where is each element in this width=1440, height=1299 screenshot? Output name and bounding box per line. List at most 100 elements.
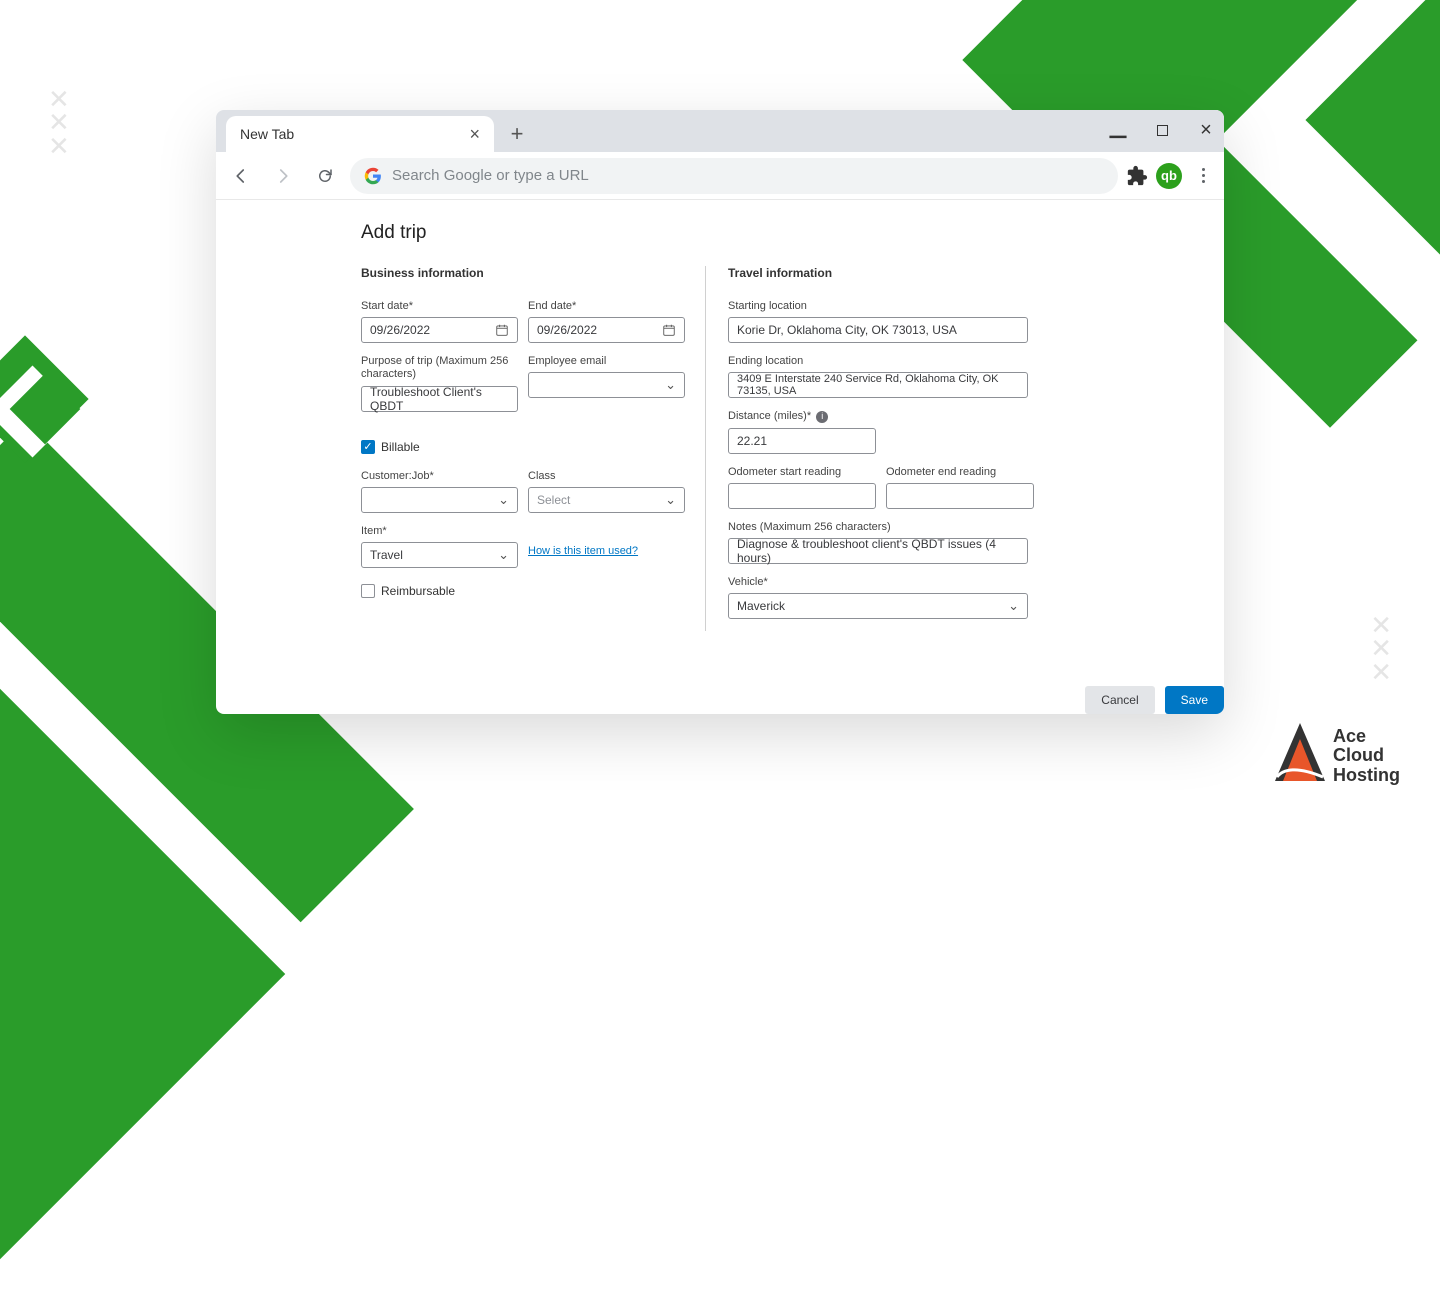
window-controls: × — [1106, 118, 1218, 142]
extensions-icon[interactable] — [1126, 165, 1148, 187]
field-label: Odometer start reading — [728, 466, 876, 479]
calendar-icon — [662, 323, 676, 337]
ending-location-field: Ending location 3409 E Interstate 240 Se… — [728, 355, 1046, 398]
field-label: Distance (miles)* i — [728, 410, 876, 423]
section-heading: Travel information — [728, 266, 1046, 280]
starting-location-field: Starting location Korie Dr, Oklahoma Cit… — [728, 300, 1046, 343]
back-button[interactable] — [224, 159, 258, 193]
distance-input[interactable]: 22.21 — [728, 428, 876, 454]
field-label: Employee email — [528, 355, 685, 368]
vehicle-field: Vehicle* Maverick ⌄ — [728, 576, 1046, 619]
decoration-x: ✕✕✕ — [1370, 614, 1392, 684]
start-date-input[interactable]: 09/26/2022 — [361, 317, 518, 343]
forward-button[interactable] — [266, 159, 300, 193]
odometer-end-input[interactable] — [886, 483, 1034, 509]
starting-location-input[interactable]: Korie Dr, Oklahoma City, OK 73013, USA — [728, 317, 1028, 343]
item-help-link-wrap: How is this item used? — [528, 525, 685, 568]
input-value: Korie Dr, Oklahoma City, OK 73013, USA — [737, 323, 957, 337]
logo-text: Ace Cloud Hosting — [1333, 727, 1400, 786]
field-label: Odometer end reading — [886, 466, 1034, 479]
checkbox-icon: ✓ — [361, 440, 375, 454]
item-help-link[interactable]: How is this item used? — [528, 545, 685, 557]
input-value: Select — [537, 493, 570, 507]
address-bar[interactable]: Search Google or type a URL — [350, 158, 1118, 194]
toolbar: Search Google or type a URL qb — [216, 152, 1224, 200]
field-label: Start date* — [361, 300, 518, 313]
odometer-start-input[interactable] — [728, 483, 876, 509]
checkbox-icon — [361, 584, 375, 598]
cancel-button[interactable]: Cancel — [1085, 686, 1154, 714]
logo-line: Ace — [1333, 727, 1400, 747]
logo-line: Hosting — [1333, 766, 1400, 786]
menu-button[interactable] — [1190, 168, 1216, 183]
form-columns: Business information Start date* 09/26/2… — [361, 266, 1079, 631]
input-value: Maverick — [737, 599, 785, 613]
browser-window: New Tab × + × Search Google or type a UR… — [216, 110, 1224, 714]
logo-line: Cloud — [1333, 746, 1400, 766]
purpose-field: Purpose of trip (Maximum 256 characters)… — [361, 355, 518, 411]
input-value: 3409 E Interstate 240 Service Rd, Oklaho… — [737, 373, 1019, 397]
chevron-down-icon: ⌄ — [1008, 598, 1019, 614]
employee-email-field: Employee email ⌄ — [528, 355, 685, 411]
minimize-button[interactable] — [1106, 118, 1130, 142]
close-button[interactable]: × — [1194, 118, 1218, 142]
field-label: Customer:Job* — [361, 470, 518, 483]
field-label: Vehicle* — [728, 576, 1046, 589]
decoration-x: ✕✕✕ — [48, 88, 70, 158]
section-heading: Business information — [361, 266, 685, 280]
save-button[interactable]: Save — [1165, 686, 1224, 714]
google-icon — [364, 167, 382, 185]
travel-info-column: Travel information Starting location Kor… — [706, 266, 1046, 631]
close-icon[interactable]: × — [469, 124, 480, 145]
field-label: Ending location — [728, 355, 1046, 368]
omnibox-placeholder: Search Google or type a URL — [392, 167, 589, 184]
odometer-end-field: Odometer end reading — [886, 466, 1034, 509]
input-value: 09/26/2022 — [370, 323, 430, 337]
checkbox-label: Reimbursable — [381, 584, 455, 598]
tab-new[interactable]: New Tab × — [226, 116, 494, 152]
field-label: Purpose of trip (Maximum 256 characters) — [361, 355, 518, 381]
action-buttons: Cancel Save — [1085, 686, 1224, 714]
business-info-column: Business information Start date* 09/26/2… — [361, 266, 706, 631]
checkbox-label: Billable — [381, 440, 420, 454]
input-value: Troubleshoot Client's QBDT — [370, 385, 509, 413]
notes-field: Notes (Maximum 256 characters) Diagnose … — [728, 521, 1046, 564]
chevron-down-icon: ⌄ — [498, 492, 509, 508]
reimbursable-checkbox-row[interactable]: Reimbursable — [361, 584, 685, 598]
end-date-field: End date* 09/26/2022 — [528, 300, 685, 343]
field-label: Item* — [361, 525, 518, 538]
class-select[interactable]: Select ⌄ — [528, 487, 685, 513]
page-content: Add trip Business information Start date… — [216, 200, 1224, 714]
end-date-input[interactable]: 09/26/2022 — [528, 317, 685, 343]
billable-checkbox-row[interactable]: ✓ Billable — [361, 440, 685, 454]
ending-location-input[interactable]: 3409 E Interstate 240 Service Rd, Oklaho… — [728, 372, 1028, 398]
tab-title: New Tab — [240, 126, 294, 142]
chevron-down-icon: ⌄ — [665, 492, 676, 508]
input-value: Diagnose & troubleshoot client's QBDT is… — [737, 537, 1019, 565]
customer-job-field: Customer:Job* ⌄ — [361, 470, 518, 513]
vehicle-select[interactable]: Maverick ⌄ — [728, 593, 1028, 619]
notes-input[interactable]: Diagnose & troubleshoot client's QBDT is… — [728, 538, 1028, 564]
new-tab-button[interactable]: + — [502, 119, 532, 149]
input-value: Travel — [370, 548, 403, 562]
label-text: Distance (miles)* — [728, 410, 811, 422]
purpose-input[interactable]: Troubleshoot Client's QBDT — [361, 386, 518, 412]
reload-button[interactable] — [308, 159, 342, 193]
page-title: Add trip — [361, 222, 1079, 244]
chevron-down-icon: ⌄ — [665, 377, 676, 393]
field-label: Class — [528, 470, 685, 483]
maximize-button[interactable] — [1150, 118, 1174, 142]
calendar-icon — [495, 323, 509, 337]
tab-strip: New Tab × + × — [216, 110, 1224, 152]
odometer-start-field: Odometer start reading — [728, 466, 876, 509]
item-select[interactable]: Travel ⌄ — [361, 542, 518, 568]
field-label: Notes (Maximum 256 characters) — [728, 521, 1046, 534]
employee-email-select[interactable]: ⌄ — [528, 372, 685, 398]
ace-cloud-hosting-logo: Ace Cloud Hosting — [1273, 721, 1400, 786]
input-value: 09/26/2022 — [537, 323, 597, 337]
info-icon[interactable]: i — [816, 411, 828, 423]
class-field: Class Select ⌄ — [528, 470, 685, 513]
customer-job-select[interactable]: ⌄ — [361, 487, 518, 513]
field-label: Starting location — [728, 300, 1046, 313]
quickbooks-extension-icon[interactable]: qb — [1156, 163, 1182, 189]
